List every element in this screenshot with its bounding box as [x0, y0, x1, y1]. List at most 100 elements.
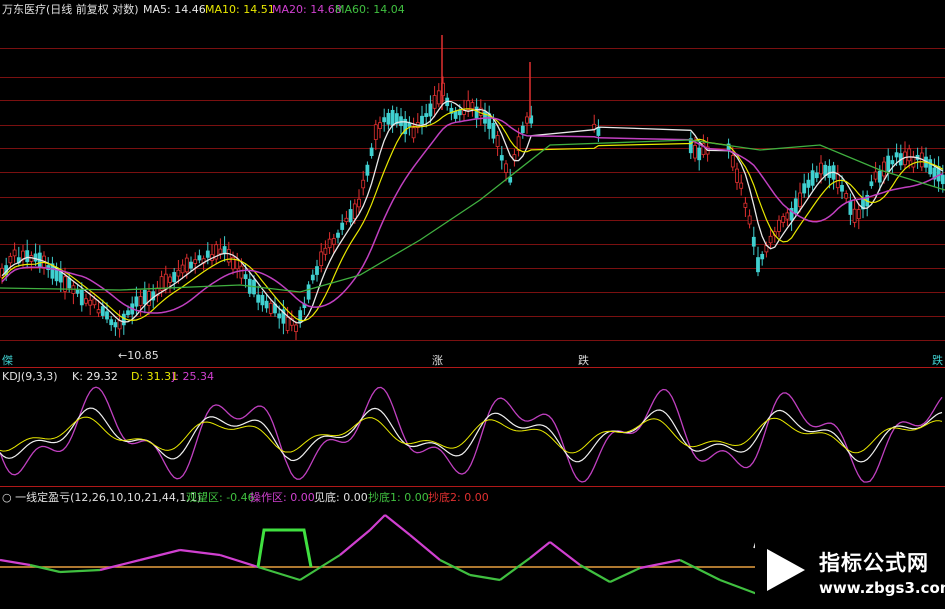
candle-body	[890, 160, 895, 165]
indicator-segment	[257, 565, 301, 582]
candle-body	[781, 216, 786, 223]
candle-body	[277, 313, 282, 319]
candle-body	[873, 171, 878, 180]
candle-body	[369, 147, 374, 157]
candle-body	[197, 255, 202, 261]
candle-body	[940, 174, 945, 185]
candle-body	[260, 294, 265, 306]
candle-body	[735, 168, 739, 183]
candle-body	[747, 215, 752, 225]
candle-body	[420, 115, 424, 125]
candle-body	[163, 273, 168, 290]
candle-body	[894, 152, 899, 158]
candle-body	[365, 164, 370, 176]
candle-body	[848, 200, 853, 215]
candle-body	[243, 274, 248, 280]
candle-body	[844, 193, 849, 199]
candle-body	[386, 112, 391, 125]
candle-body	[88, 299, 93, 306]
candle-body	[436, 90, 441, 105]
candle-body	[474, 106, 479, 119]
candle-body	[134, 296, 139, 307]
candle-body	[218, 248, 223, 255]
candle-body	[411, 127, 416, 139]
candle-body	[491, 122, 496, 139]
candle-body	[105, 311, 109, 320]
candle-body	[172, 272, 177, 283]
candle-body	[525, 116, 529, 124]
candle-body	[798, 192, 802, 207]
marker-1: 傑	[2, 354, 13, 367]
candle-body	[495, 135, 500, 147]
candle-body	[8, 255, 13, 264]
candle-body	[176, 269, 181, 277]
candle-body	[147, 291, 151, 306]
candle-body	[361, 179, 366, 189]
kdj-chart[interactable]	[0, 380, 945, 485]
candle-body	[340, 222, 345, 230]
candle-body	[92, 298, 97, 306]
candle-body	[256, 294, 261, 303]
candle-body	[470, 102, 475, 110]
candle-body	[756, 257, 760, 273]
candle-body	[109, 319, 114, 326]
candle-body	[520, 125, 525, 133]
candle-body	[810, 170, 815, 186]
candle-body	[285, 316, 290, 331]
candle-body	[739, 182, 744, 189]
price-chart[interactable]	[0, 0, 945, 365]
candle-body	[856, 209, 861, 220]
candle-body	[793, 198, 798, 214]
candle-body	[882, 161, 886, 177]
watermark-url: www.zbgs3.com	[819, 579, 945, 597]
candle-body	[785, 212, 790, 220]
indicator-segment	[409, 534, 441, 561]
candle-body	[911, 157, 916, 168]
candle-body	[226, 249, 231, 263]
candle-body	[100, 306, 105, 316]
indicator-segment	[609, 567, 641, 583]
candle-body	[348, 209, 353, 223]
indicator-segment	[719, 578, 761, 597]
candle-body	[802, 183, 807, 194]
candle-body	[327, 238, 332, 249]
marker-2: 涨	[432, 354, 443, 367]
candle-body	[596, 127, 601, 136]
play-logo-icon	[767, 549, 805, 591]
candle-body	[96, 309, 101, 314]
indicator-segment	[499, 557, 531, 581]
candle-body	[407, 122, 412, 127]
candle-body	[504, 163, 508, 173]
candle-body	[907, 148, 912, 162]
indicator-segment	[0, 558, 31, 567]
kdj-bottom-separator	[0, 486, 945, 487]
candle-body	[730, 155, 735, 168]
candle-body	[424, 113, 429, 117]
candle-body	[239, 265, 244, 279]
candle-body	[121, 313, 126, 326]
candle-body	[84, 298, 88, 304]
marker-3: 跌	[578, 354, 589, 367]
candle-body	[264, 300, 269, 309]
candle-body	[138, 296, 143, 306]
candle-body	[113, 322, 118, 328]
indicator-segment	[469, 573, 501, 582]
candle-body	[768, 235, 773, 244]
candle-body	[453, 110, 458, 119]
indicator-segment	[139, 548, 181, 562]
candle-body	[205, 250, 210, 258]
candle-body	[168, 276, 172, 283]
candle-body	[79, 289, 84, 306]
indicator-segment	[369, 514, 386, 531]
candle-body	[806, 179, 811, 188]
candle-body	[373, 124, 378, 140]
indicator-segment	[529, 541, 551, 559]
candle-body	[25, 250, 30, 263]
candle-body	[378, 122, 382, 129]
indicator-segment	[99, 558, 141, 572]
candle-body	[693, 144, 697, 159]
indicator-segment	[179, 548, 221, 557]
candle-body	[184, 257, 189, 273]
candle-body	[819, 162, 823, 175]
candle-body	[382, 117, 387, 123]
